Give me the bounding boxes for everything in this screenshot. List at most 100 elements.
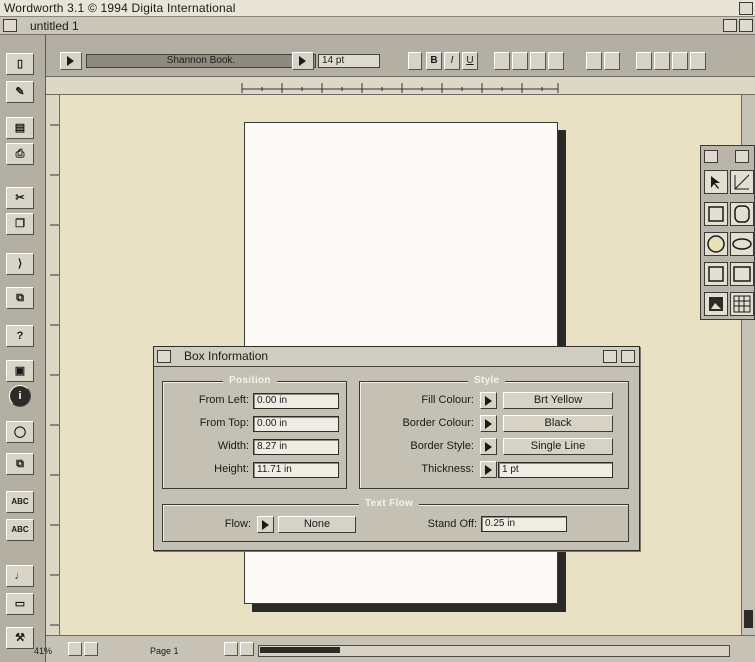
- dialog-depth-icon[interactable]: [621, 350, 635, 363]
- border-style-cycle-button[interactable]: [480, 438, 497, 455]
- align-center-icon[interactable]: [512, 52, 528, 70]
- tab-left-icon[interactable]: [636, 52, 652, 70]
- info-icon[interactable]: i: [9, 385, 31, 407]
- align-left-icon[interactable]: [494, 52, 510, 70]
- text-flow-group: Text Flow Flow: None Stand Off: 0.25 in: [162, 498, 629, 542]
- cycle-arrow-icon: [485, 442, 492, 452]
- page-next-icon[interactable]: [84, 642, 98, 656]
- size-cycle-button[interactable]: [292, 52, 314, 70]
- thickness-label: Thickness:: [421, 463, 474, 475]
- align-right-icon[interactable]: [530, 52, 546, 70]
- dialog-zoom-icon[interactable]: [603, 350, 617, 363]
- tools-icon[interactable]: ⚒: [6, 627, 34, 649]
- dialog-title-bar[interactable]: Box Information: [154, 347, 639, 367]
- justify-icon[interactable]: [548, 52, 564, 70]
- window-title-bar[interactable]: untitled 1: [0, 17, 755, 35]
- font-name-field[interactable]: Shannon Book.: [86, 54, 316, 68]
- italic-icon[interactable]: I: [444, 52, 460, 70]
- flow-cycle-button[interactable]: [257, 516, 274, 533]
- left-toolbox: ▯ ✎ ▤ ⎙ ✂ ❐ ⟩ ⧉ ? ▣ i ◯ ⧉ ABC ABC ♩ ▭ ⚒: [0, 35, 46, 662]
- palette-close-icon[interactable]: [704, 150, 718, 163]
- scroll-left-icon[interactable]: [224, 642, 238, 656]
- rectangle-tool-icon[interactable]: [704, 202, 728, 226]
- format-toolbar: Shannon Book. 14 pt B I U: [46, 35, 755, 77]
- position-group-title: Position: [223, 375, 277, 387]
- vertical-ruler[interactable]: [46, 95, 60, 635]
- spacing-double-icon[interactable]: [604, 52, 620, 70]
- palette-depth-icon[interactable]: [735, 150, 749, 163]
- spacing-single-icon[interactable]: [586, 52, 602, 70]
- copy-icon[interactable]: ❐: [6, 213, 34, 235]
- depth-gadget-icon[interactable]: [739, 19, 753, 32]
- fill-colour-value[interactable]: Brt Yellow: [503, 392, 613, 409]
- sound-icon[interactable]: ♩: [6, 565, 34, 587]
- print-icon[interactable]: ⎙: [6, 143, 34, 165]
- text-frame-tool-icon[interactable]: [730, 262, 754, 286]
- thickness-field[interactable]: 1 pt: [498, 462, 613, 478]
- from-left-field[interactable]: 0.00 in: [253, 393, 339, 409]
- frame-tool-icon[interactable]: [704, 262, 728, 286]
- spell-check-icon[interactable]: ABC: [6, 491, 34, 513]
- cycle-arrow-icon: [299, 56, 306, 66]
- width-field[interactable]: 8.27 in: [253, 439, 339, 455]
- ruler-ticks-vertical: [50, 124, 59, 626]
- rounded-rectangle-tool-icon[interactable]: [730, 202, 754, 226]
- window-title: untitled 1: [30, 19, 79, 33]
- font-cycle-button[interactable]: [60, 52, 82, 70]
- bold-icon[interactable]: B: [426, 52, 442, 70]
- cycle-arrow-icon: [485, 465, 492, 475]
- cycle-arrow-icon: [485, 419, 492, 429]
- close-icon[interactable]: [3, 19, 17, 32]
- from-top-field[interactable]: 0.00 in: [253, 416, 339, 432]
- zoom-gadget-icon[interactable]: [723, 19, 737, 32]
- help-icon[interactable]: ?: [6, 325, 34, 347]
- search-icon[interactable]: ◯: [6, 421, 34, 443]
- table-tool-icon[interactable]: [730, 292, 754, 316]
- picture-frame-tool-icon[interactable]: [704, 292, 728, 316]
- cycle-arrow-icon: [262, 520, 269, 530]
- screen-depth-gadget[interactable]: [739, 2, 753, 15]
- tab-right-icon[interactable]: [672, 52, 688, 70]
- screen-title-bar: Wordworth 3.1 © 1994 Digita Internationa…: [0, 0, 755, 17]
- zoom-level[interactable]: 41%: [34, 646, 52, 656]
- circle-tool-icon[interactable]: [704, 232, 728, 256]
- dialog-title: Box Information: [184, 349, 269, 363]
- save-document-icon[interactable]: ▤: [6, 117, 34, 139]
- tab-decimal-icon[interactable]: [690, 52, 706, 70]
- border-style-value[interactable]: Single Line: [503, 438, 613, 455]
- thesaurus-icon[interactable]: ABC: [6, 519, 34, 541]
- open-document-icon[interactable]: ✎: [6, 81, 34, 103]
- pointer-tool-icon[interactable]: [704, 170, 728, 194]
- font-size-field[interactable]: 14 pt: [318, 54, 380, 68]
- ellipse-tool-icon[interactable]: [730, 232, 754, 256]
- frame-tool-icon[interactable]: ⧉: [6, 287, 34, 309]
- border-colour-value[interactable]: Black: [503, 415, 613, 432]
- style-button-plain[interactable]: [408, 52, 422, 70]
- picture-icon[interactable]: ▣: [6, 360, 34, 382]
- h-scroll-knob[interactable]: [260, 647, 340, 653]
- flow-value[interactable]: None: [278, 516, 356, 533]
- page-prev-icon[interactable]: [68, 642, 82, 656]
- new-document-icon[interactable]: ▯: [6, 53, 34, 75]
- dialog-close-icon[interactable]: [157, 350, 171, 363]
- disk-icon[interactable]: ▭: [6, 593, 34, 615]
- scroll-knob[interactable]: [744, 610, 753, 628]
- paste-icon[interactable]: ⟩: [6, 253, 34, 275]
- stand-off-field[interactable]: 0.25 in: [481, 516, 567, 532]
- border-colour-cycle-button[interactable]: [480, 415, 497, 432]
- fill-colour-cycle-button[interactable]: [480, 392, 497, 409]
- height-field[interactable]: 11.71 in: [253, 462, 339, 478]
- thickness-cycle-button[interactable]: [480, 461, 497, 478]
- cut-icon[interactable]: ✂: [6, 187, 34, 209]
- style-group-title: Style: [468, 375, 506, 387]
- stand-off-label: Stand Off:: [427, 518, 477, 530]
- line-tool-icon[interactable]: [730, 170, 754, 194]
- fill-colour-label: Fill Colour:: [421, 394, 474, 406]
- horizontal-ruler[interactable]: [46, 77, 755, 95]
- horizontal-scrollbar[interactable]: [258, 645, 730, 657]
- screen-title: Wordworth 3.1 © 1994 Digita Internationa…: [4, 1, 236, 15]
- underline-icon[interactable]: U: [462, 52, 478, 70]
- duplicate-icon[interactable]: ⧉: [6, 453, 34, 475]
- tab-center-icon[interactable]: [654, 52, 670, 70]
- scroll-right-icon[interactable]: [240, 642, 254, 656]
